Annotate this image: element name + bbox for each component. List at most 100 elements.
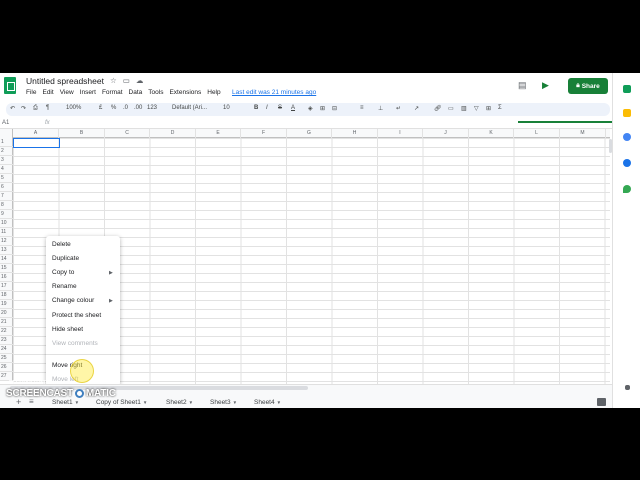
row-header[interactable]: 16 <box>0 273 13 282</box>
increase-decimal-button[interactable]: .00 <box>134 105 142 111</box>
row-header[interactable]: 25 <box>0 354 13 363</box>
redo-icon[interactable]: ↷ <box>21 105 26 112</box>
context-menu-item-protect-the-sheet[interactable]: Protect the sheet <box>52 312 101 319</box>
row-header[interactable]: 24 <box>0 345 13 354</box>
row-header[interactable]: 21 <box>0 318 13 327</box>
filter-views-icon[interactable]: ⊞ <box>486 105 491 112</box>
strikethrough-button[interactable]: S <box>278 105 282 111</box>
select-all-corner[interactable] <box>0 129 13 138</box>
column-header[interactable]: I <box>378 129 423 138</box>
sheet-tab-copy-of-sheet1[interactable]: Copy of Sheet1 ▼ <box>96 399 147 406</box>
meet-icon[interactable]: ▶ <box>542 80 549 91</box>
name-box[interactable]: A1 <box>2 120 9 126</box>
text-wrap-icon[interactable]: ↵ <box>396 105 401 112</box>
sheets-logo-icon[interactable] <box>4 77 16 94</box>
row-header[interactable]: 9 <box>0 210 13 219</box>
contacts-icon[interactable] <box>623 159 631 167</box>
horizontal-align-icon[interactable]: ≡ <box>360 105 364 111</box>
column-header[interactable]: K <box>469 129 514 138</box>
row-header[interactable]: 6 <box>0 183 13 192</box>
vertical-align-icon[interactable]: ⊥ <box>378 105 383 112</box>
sheet-tab-sheet1[interactable]: Sheet1 ▼ <box>52 399 79 406</box>
hide-panel-icon[interactable] <box>625 385 630 390</box>
undo-icon[interactable]: ↶ <box>10 105 15 112</box>
context-menu-item-hide-sheet[interactable]: Hide sheet <box>52 326 83 333</box>
calendar-icon[interactable] <box>623 85 631 93</box>
last-edit-link[interactable]: Last edit was 21 minutes ago <box>232 89 316 96</box>
row-header[interactable]: 12 <box>0 237 13 246</box>
column-header[interactable]: J <box>423 129 469 138</box>
row-header[interactable]: 22 <box>0 327 13 336</box>
row-header[interactable]: 20 <box>0 309 13 318</box>
row-header[interactable]: 17 <box>0 282 13 291</box>
star-icon[interactable]: ☆ <box>110 76 123 85</box>
insert-comment-icon[interactable]: ▭ <box>448 105 454 112</box>
row-header[interactable]: 3 <box>0 156 13 165</box>
insert-chart-icon[interactable]: ▥ <box>461 105 467 112</box>
column-header[interactable]: C <box>105 129 150 138</box>
row-header[interactable]: 2 <box>0 147 13 156</box>
share-button[interactable]: 🔒︎ Share <box>568 78 608 94</box>
explore-icon[interactable] <box>597 398 606 406</box>
decrease-decimal-button[interactable]: .0 <box>123 105 128 111</box>
menu-view[interactable]: View <box>60 89 74 96</box>
text-rotation-icon[interactable]: ↗ <box>414 105 419 112</box>
bold-button[interactable]: B <box>254 105 258 111</box>
selected-cell-a1[interactable] <box>13 138 60 148</box>
keep-icon[interactable] <box>623 109 631 117</box>
font-family-select[interactable]: Default (Ari... <box>172 105 207 111</box>
row-header[interactable]: 26 <box>0 363 13 372</box>
row-header[interactable]: 15 <box>0 264 13 273</box>
column-header[interactable]: E <box>196 129 241 138</box>
insert-link-icon[interactable]: 🔗︎ <box>434 105 442 112</box>
column-header[interactable]: H <box>332 129 378 138</box>
sheet-tab-sheet3[interactable]: Sheet3 ▼ <box>210 399 237 406</box>
row-header[interactable]: 10 <box>0 219 13 228</box>
row-header[interactable]: 11 <box>0 228 13 237</box>
row-header[interactable]: 13 <box>0 246 13 255</box>
move-folder-icon[interactable]: ▭ <box>123 76 136 85</box>
row-header[interactable]: 5 <box>0 174 13 183</box>
fill-color-icon[interactable]: ◈ <box>308 105 313 112</box>
functions-icon[interactable]: Σ <box>498 105 502 111</box>
borders-icon[interactable]: ⊞ <box>320 105 325 112</box>
font-size-select[interactable]: 10 <box>223 105 230 111</box>
row-header[interactable]: 8 <box>0 201 13 210</box>
menu-format[interactable]: Format <box>102 89 123 96</box>
context-menu-item-change-colour[interactable]: Change colour <box>52 297 94 304</box>
context-menu-item-duplicate[interactable]: Duplicate <box>52 255 79 262</box>
maps-icon[interactable] <box>623 185 631 193</box>
row-header[interactable]: 14 <box>0 255 13 264</box>
text-color-button[interactable]: A <box>291 105 295 111</box>
menu-insert[interactable]: Insert <box>80 89 96 96</box>
document-title[interactable]: Untitled spreadsheet <box>26 76 104 86</box>
menu-help[interactable]: Help <box>207 89 220 96</box>
menu-extensions[interactable]: Extensions <box>169 89 201 96</box>
context-menu-item-rename[interactable]: Rename <box>52 283 77 290</box>
paint-format-icon[interactable]: ¶ <box>46 105 49 111</box>
menu-data[interactable]: Data <box>129 89 143 96</box>
row-header[interactable]: 1 <box>0 138 13 147</box>
column-header[interactable]: D <box>150 129 196 138</box>
column-header[interactable]: L <box>514 129 560 138</box>
menu-tools[interactable]: Tools <box>148 89 163 96</box>
sheet-tab-sheet2[interactable]: Sheet2 ▼ <box>166 399 193 406</box>
zoom-select[interactable]: 100% <box>66 105 81 111</box>
tasks-icon[interactable] <box>623 133 631 141</box>
number-format-select[interactable]: 123 <box>147 105 157 111</box>
print-icon[interactable]: ⎙ <box>33 105 38 112</box>
cloud-status-icon[interactable]: ☁ <box>136 76 150 85</box>
column-header[interactable]: A <box>13 129 59 138</box>
menu-edit[interactable]: Edit <box>42 89 53 96</box>
currency-button[interactable]: £ <box>99 105 102 111</box>
context-menu-item-delete[interactable]: Delete <box>52 241 71 248</box>
row-header[interactable]: 7 <box>0 192 13 201</box>
row-header[interactable]: 19 <box>0 300 13 309</box>
context-menu-item-copy-to[interactable]: Copy to <box>52 269 74 276</box>
percent-button[interactable]: % <box>111 105 116 111</box>
row-header[interactable]: 4 <box>0 165 13 174</box>
column-header[interactable]: F <box>241 129 287 138</box>
row-header[interactable]: 23 <box>0 336 13 345</box>
sheet-tab-sheet4[interactable]: Sheet4 ▼ <box>254 399 281 406</box>
comments-icon[interactable]: ▤ <box>518 80 527 91</box>
